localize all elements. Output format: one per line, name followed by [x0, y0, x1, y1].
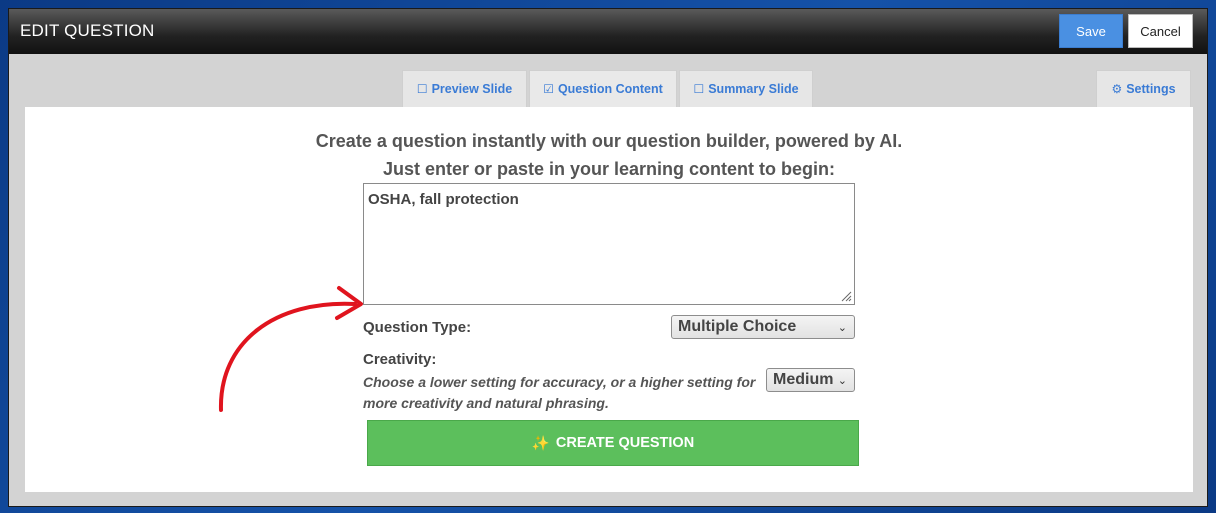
tab-label: Question Content: [557, 82, 663, 96]
square-icon: ☐: [416, 82, 428, 96]
sparkle-icon: ✨: [531, 435, 550, 452]
resize-grip-icon[interactable]: [840, 290, 852, 302]
dialog-title: EDIT QUESTION: [20, 21, 155, 40]
chevron-down-icon: ⌄: [837, 375, 847, 387]
question-builder-panel: Create a question instantly with our que…: [25, 107, 1193, 492]
tab-label: Preview Slide: [431, 82, 513, 96]
save-button[interactable]: Save: [1059, 14, 1123, 48]
cancel-button[interactable]: Cancel: [1128, 14, 1193, 48]
gear-icon: ⚙: [1111, 82, 1123, 96]
tab-question-content[interactable]: ☑ Question Content: [529, 70, 677, 107]
tab-label: Summary Slide: [708, 82, 799, 96]
builder-subheading: Just enter or paste in your learning con…: [382, 159, 836, 179]
creativity-hint: Choose a lower setting for accuracy, or …: [363, 374, 756, 411]
tab-settings[interactable]: ⚙ Settings: [1096, 70, 1191, 107]
tab-summary-slide[interactable]: ☐ Summary Slide: [679, 70, 813, 107]
question-type-value: Multiple Choice: [678, 318, 797, 335]
question-type-select[interactable]: Multiple Choice ⌄: [671, 315, 855, 339]
creativity-label: Creativity:: [363, 351, 437, 368]
tab-preview-slide[interactable]: ☐ Preview Slide: [402, 70, 527, 107]
question-type-label: Question Type:: [363, 319, 472, 336]
dialog-header: EDIT QUESTION Save Cancel: [9, 9, 1207, 54]
checked-square-icon: ☑: [543, 82, 554, 96]
chevron-down-icon: ⌄: [837, 322, 847, 334]
builder-heading: Create a question instantly with our que…: [315, 131, 903, 151]
learning-content-textarea[interactable]: OSHA, fall protection: [363, 183, 855, 305]
create-question-button[interactable]: ✨ CREATE QUESTION: [367, 420, 859, 466]
creativity-select[interactable]: Medium ⌄: [766, 368, 855, 392]
edit-question-dialog: EDIT QUESTION Save Cancel ☐ Preview Slid…: [8, 8, 1208, 507]
learning-content-value: OSHA, fall protection: [368, 191, 519, 208]
create-question-label: CREATE QUESTION: [555, 435, 695, 451]
tab-label: Settings: [1126, 82, 1176, 96]
red-arrow-icon: [218, 286, 363, 412]
square-icon: ☐: [693, 82, 705, 96]
creativity-value: Medium: [773, 371, 834, 388]
